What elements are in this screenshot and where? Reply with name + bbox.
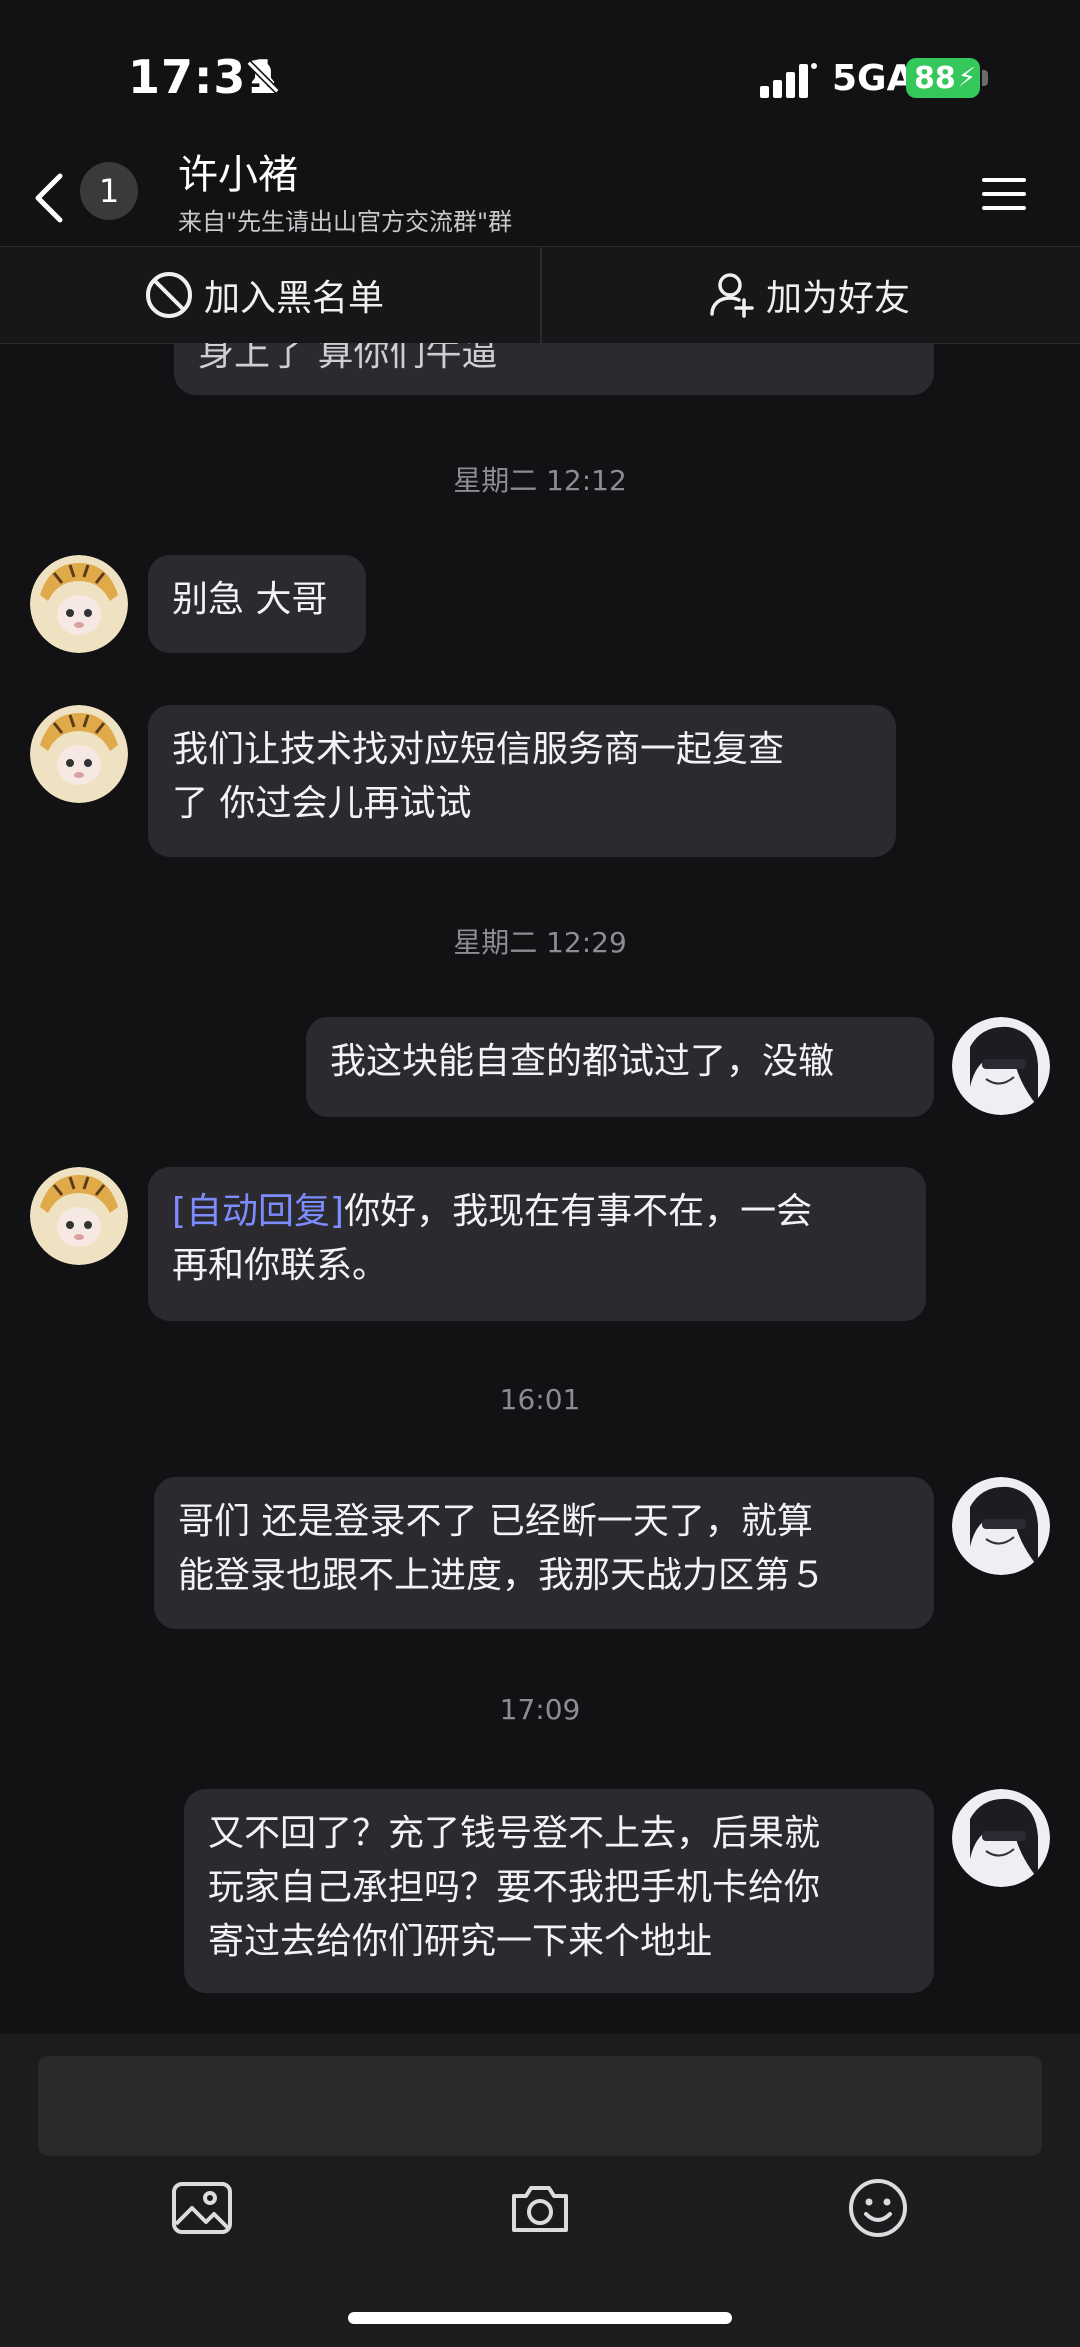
message-bubble-incoming[interactable]: 我们让技术找对应短信服务商一起复查 了 你过会儿再试试 <box>148 705 896 857</box>
message-text-line: 寄过去给你们研究一下来个地址 <box>208 1921 713 1962</box>
timestamp: 星期二 12:12 <box>453 464 627 497</box>
tiger-avatar-icon <box>30 555 128 653</box>
message-list[interactable]: 身上了 算你们牛逼 星期二 12:12 别急 大哥 我们让技术找对应短信服务商一… <box>0 343 1080 2033</box>
message-bubble-incoming[interactable]: 别急 大哥 <box>148 555 366 653</box>
message-text: 身上了 算你们牛逼 <box>198 343 498 374</box>
user-avatar-icon <box>952 1789 1050 1887</box>
message-bubble-outgoing[interactable]: 又不回了？充了钱号登不上去，后果就 玩家自己承担吗？要不我把手机卡给你 寄过去给… <box>184 1789 934 1993</box>
message-text-line: 能登录也跟不上进度，我那天战力区第５ <box>178 1555 827 1596</box>
message-text-line: 又不回了？充了钱号登不上去，后果就 <box>208 1813 821 1854</box>
home-indicator[interactable] <box>348 2312 732 2324</box>
message-bubble-outgoing[interactable]: 哥们 还是登录不了 已经断一天了，就算 能登录也跟不上进度，我那天战力区第５ <box>154 1477 934 1629</box>
battery-level: 88 <box>914 60 956 96</box>
bell-muted-icon <box>246 60 280 94</box>
timestamp: 16:01 <box>499 1383 581 1416</box>
battery-tip <box>982 70 988 86</box>
message-bubble-partial[interactable]: 身上了 算你们牛逼 <box>174 343 934 395</box>
chat-title: 许小褚 <box>178 152 298 198</box>
block-icon <box>146 272 192 318</box>
charging-icon: ⚡ <box>957 63 977 93</box>
message-bubble-outgoing[interactable]: 我这块能自查的都试过了，没辙 <box>306 1017 934 1117</box>
chat-subtitle: 来自"先生请出山官方交流群"群 <box>178 208 513 236</box>
chevron-left-icon[interactable] <box>30 170 70 226</box>
user-avatar-icon <box>952 1017 1050 1115</box>
image-icon[interactable] <box>168 2174 236 2242</box>
unread-count-badge[interactable]: 1 <box>80 162 138 220</box>
camera-icon[interactable] <box>506 2174 574 2242</box>
avatar-self[interactable] <box>952 1789 1050 1887</box>
status-bar: 17:31 5GA 88 ⚡ <box>0 0 1080 130</box>
avatar-contact[interactable] <box>30 555 128 653</box>
message-text-line: 玩家自己承担吗？要不我把手机卡给你 <box>208 1867 821 1908</box>
timestamp: 星期二 12:29 <box>453 926 627 959</box>
message-text-line: 了 你过会儿再试试 <box>172 783 472 824</box>
timestamp: 17:09 <box>499 1693 581 1726</box>
user-avatar-icon <box>952 1477 1050 1575</box>
tiger-avatar-icon <box>30 705 128 803</box>
emoji-icon[interactable] <box>844 2174 912 2242</box>
message-text-line: 再和你联系。 <box>172 1245 389 1286</box>
message-text-line: 你好，我现在有事不在，一会 <box>344 1191 813 1232</box>
message-input[interactable] <box>38 2056 1042 2156</box>
add-user-icon <box>710 273 754 318</box>
message-text-line: 哥们 还是登录不了 已经断一天了，就算 <box>178 1501 813 1542</box>
tiger-avatar-icon <box>30 1167 128 1265</box>
message-text: 别急 大哥 <box>172 579 328 620</box>
network-type: 5GA <box>832 58 915 99</box>
cellular-signal-icon <box>760 63 817 98</box>
avatar-contact[interactable] <box>30 1167 128 1265</box>
auto-reply-tag[interactable]: [自动回复] <box>172 1191 344 1232</box>
message-text-line: 我们让技术找对应短信服务商一起复查 <box>172 729 785 770</box>
add-friend-button[interactable]: 加为好友 <box>706 247 910 343</box>
action-divider <box>540 247 542 343</box>
chat-header: 1 许小褚 来自"先生请出山官方交流群"群 <box>0 130 1080 246</box>
avatar-self[interactable] <box>952 1017 1050 1115</box>
message-text: 我这块能自查的都试过了，没辙 <box>330 1041 835 1082</box>
block-label: 加入黑名单 <box>204 278 385 319</box>
add-friend-label: 加为好友 <box>766 278 911 319</box>
battery-indicator: 88 ⚡ <box>906 58 980 98</box>
hamburger-menu-icon[interactable] <box>980 174 1028 214</box>
avatar-contact[interactable] <box>30 705 128 803</box>
message-bubble-incoming[interactable]: [自动回复]你好，我现在有事不在，一会 再和你联系。 <box>148 1167 926 1321</box>
block-button[interactable]: 加入黑名单 <box>144 247 384 343</box>
message-composer <box>0 2034 1080 2347</box>
contact-action-bar: 加入黑名单 加为好友 <box>0 246 1080 344</box>
avatar-self[interactable] <box>952 1477 1050 1575</box>
